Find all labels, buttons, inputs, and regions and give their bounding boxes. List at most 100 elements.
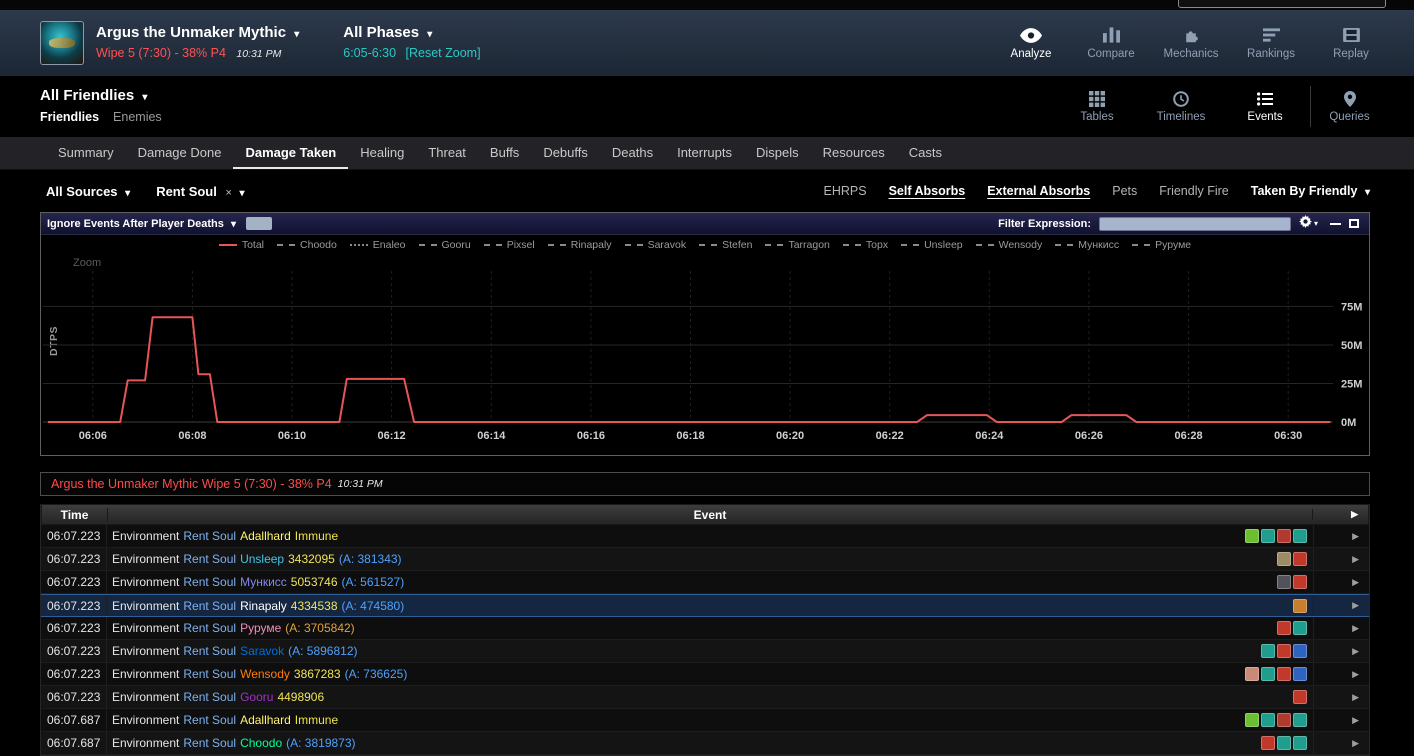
filter-bar: All Sources ▾ Rent Soul × ▾ EHRPS Self Ab…: [0, 170, 1414, 212]
viewnav-queries[interactable]: Queries: [1310, 86, 1388, 127]
tab-casts[interactable]: Casts: [897, 137, 954, 169]
expand-row-arrow[interactable]: ▶: [1313, 571, 1369, 593]
buff-icon: [1277, 667, 1291, 681]
nav-compare[interactable]: Compare: [1074, 23, 1148, 64]
event-row[interactable]: 06:07.223EnvironmentRent SoulUnsleep3432…: [41, 548, 1369, 571]
legend-item-choodo[interactable]: Choodo: [277, 239, 337, 251]
minimize-chart-button[interactable]: [1330, 223, 1341, 225]
legend-item-pixsel[interactable]: Pixsel: [484, 239, 535, 251]
nav-analyze[interactable]: Analyze: [994, 23, 1068, 64]
buff-icon: [1245, 713, 1259, 727]
event-row[interactable]: 06:07.223EnvironmentRent SoulМункисс5053…: [41, 571, 1369, 594]
tab-deaths[interactable]: Deaths: [600, 137, 665, 169]
nav-replay[interactable]: Replay: [1314, 23, 1388, 64]
tab-dispels[interactable]: Dispels: [744, 137, 811, 169]
event-buff-icons: [1245, 667, 1307, 681]
pull-time: 10:31 PM: [236, 48, 281, 60]
event-segment: Immune: [295, 713, 338, 727]
event-segment: Rent Soul: [183, 690, 236, 704]
close-icon[interactable]: ×: [225, 187, 231, 199]
expand-row-arrow[interactable]: ▶: [1313, 686, 1369, 708]
legend-item-total[interactable]: Total: [219, 239, 264, 251]
legend-item-rinapaly[interactable]: Rinapaly: [548, 239, 612, 251]
legend-item-мункисс[interactable]: Мункисс: [1055, 239, 1119, 251]
event-time: 06:07.223: [41, 548, 107, 570]
expand-row-arrow[interactable]: ▶: [1313, 732, 1369, 754]
taken-by-dropdown[interactable]: Taken By Friendly ▾: [1251, 184, 1370, 198]
event-row[interactable]: 06:07.223EnvironmentRent SoulWensody3867…: [41, 663, 1369, 686]
chart-body: Total Choodo Enaleo Gooru Pixsel Rinapaly Sara…: [41, 235, 1369, 455]
filter-option-external-absorbs[interactable]: External Absorbs: [987, 184, 1090, 198]
tab-interrupts[interactable]: Interrupts: [665, 137, 744, 169]
subtab-enemies[interactable]: Enemies: [113, 110, 162, 124]
legend-item-wensody[interactable]: Wensody: [976, 239, 1043, 251]
expand-row-arrow[interactable]: ▶: [1313, 595, 1369, 616]
tab-resources[interactable]: Resources: [811, 137, 897, 169]
subtab-friendlies[interactable]: Friendlies: [40, 110, 99, 124]
legend-item-stefen[interactable]: Stefen: [699, 239, 752, 251]
clock-icon: [1173, 90, 1189, 107]
event-segment: (A: 381343): [339, 552, 402, 566]
legend-item-gooru[interactable]: Gooru: [419, 239, 471, 251]
filter-option-ehrps[interactable]: EHRPS: [823, 184, 866, 198]
source-filter-label: All Sources: [46, 184, 118, 199]
friendlies-selector[interactable]: All Friendlies ▾ FriendliesEnemies: [40, 87, 176, 126]
legend-item-unsleep[interactable]: Unsleep: [901, 239, 963, 251]
events-table-header: Time Event ▶: [41, 504, 1369, 525]
filter-option-self-absorbs[interactable]: Self Absorbs: [889, 184, 966, 198]
fight-selector[interactable]: Argus the Unmaker Mythic ▾ Wipe 5 (7:30)…: [96, 24, 299, 62]
expand-row-arrow[interactable]: ▶: [1313, 640, 1369, 662]
phase-selector[interactable]: All Phases ▾ 6:05-6:30 [Reset Zoom]: [343, 24, 480, 62]
viewnav-tables[interactable]: Tables: [1058, 86, 1136, 127]
chevron-down-icon: ▾: [294, 29, 299, 40]
ignore-deaths-toggle[interactable]: [246, 217, 272, 230]
expand-row-arrow[interactable]: ▶: [1313, 663, 1369, 685]
legend-item-руруме[interactable]: Руруме: [1132, 239, 1191, 251]
ability-filter-dropdown[interactable]: Rent Soul × ▾: [156, 184, 244, 199]
event-row[interactable]: 06:07.687EnvironmentRent SoulAdallhardIm…: [41, 709, 1369, 732]
source-filter-dropdown[interactable]: All Sources ▾: [46, 184, 130, 199]
event-segment: 3432095: [288, 552, 335, 566]
event-row[interactable]: 06:07.687EnvironmentRent SoulChoodo(A: 3…: [41, 732, 1369, 755]
event-segment: Wensody: [240, 667, 290, 681]
reset-zoom-link[interactable]: [Reset Zoom]: [406, 46, 481, 60]
event-buff-icons: [1261, 736, 1307, 750]
legend-line-sample: [843, 244, 861, 246]
tab-healing[interactable]: Healing: [348, 137, 416, 169]
legend-item-tarragon[interactable]: Tarragon: [765, 239, 829, 251]
expand-row-arrow[interactable]: ▶: [1313, 548, 1369, 570]
ignore-deaths-dropdown[interactable]: Ignore Events After Player Deaths ▾: [47, 218, 236, 230]
expand-row-arrow[interactable]: ▶: [1313, 617, 1369, 639]
viewnav-timelines[interactable]: Timelines: [1142, 86, 1220, 127]
tab-damage-taken[interactable]: Damage Taken: [233, 137, 348, 169]
event-row[interactable]: 06:07.223EnvironmentRent SoulRinapaly433…: [41, 594, 1369, 617]
dtps-line-chart[interactable]: 0M25M50M75M06:0606:0806:1006:1206:1406:1…: [41, 235, 1369, 455]
tab-damage-done[interactable]: Damage Done: [126, 137, 234, 169]
maximize-chart-button[interactable]: [1349, 219, 1359, 228]
chart-settings-button[interactable]: ▾: [1299, 215, 1318, 233]
svg-text:06:20: 06:20: [776, 430, 804, 442]
view-bar: All Friendlies ▾ FriendliesEnemies Table…: [0, 76, 1414, 137]
tab-threat[interactable]: Threat: [416, 137, 478, 169]
event-row[interactable]: 06:07.223EnvironmentRent SoulGooru449890…: [41, 686, 1369, 709]
cropped-search-box[interactable]: [1178, 0, 1386, 8]
legend-item-saravok[interactable]: Saravok: [625, 239, 687, 251]
filter-option-friendly-fire[interactable]: Friendly Fire: [1159, 184, 1228, 198]
tab-debuffs[interactable]: Debuffs: [531, 137, 600, 169]
viewnav-events[interactable]: Events: [1226, 86, 1304, 127]
event-row[interactable]: 06:07.223EnvironmentRent SoulAdallhardIm…: [41, 525, 1369, 548]
event-row[interactable]: 06:07.223EnvironmentRent SoulSaravok(A: …: [41, 640, 1369, 663]
tab-buffs[interactable]: Buffs: [478, 137, 531, 169]
legend-item-enaleo[interactable]: Enaleo: [350, 239, 406, 251]
nav-mechanics[interactable]: Mechanics: [1154, 23, 1228, 64]
expand-row-arrow[interactable]: ▶: [1313, 709, 1369, 731]
event-segment: Choodo: [240, 736, 282, 750]
nav-label: Events: [1247, 111, 1282, 123]
tab-summary[interactable]: Summary: [46, 137, 126, 169]
legend-item-topx[interactable]: Topx: [843, 239, 888, 251]
filter-option-pets[interactable]: Pets: [1112, 184, 1137, 198]
nav-rankings[interactable]: Rankings: [1234, 23, 1308, 64]
filter-expression-input[interactable]: [1099, 217, 1291, 231]
event-row[interactable]: 06:07.223EnvironmentRent SoulРуруме(A: 3…: [41, 617, 1369, 640]
expand-row-arrow[interactable]: ▶: [1313, 525, 1369, 547]
